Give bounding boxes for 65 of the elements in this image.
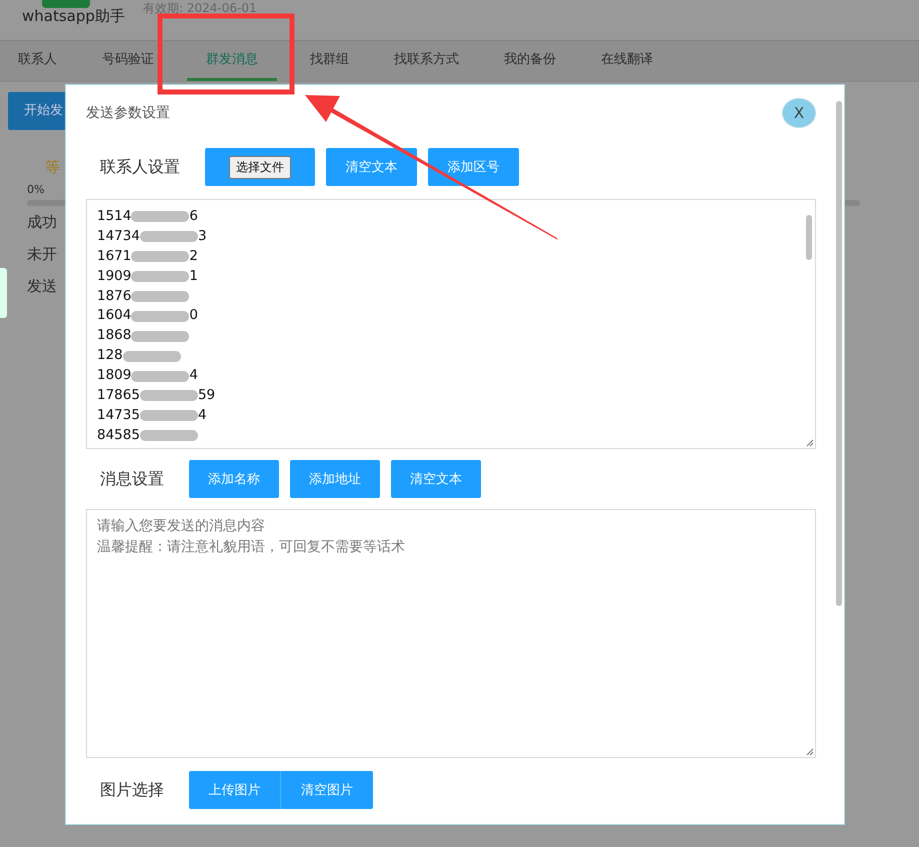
section-label: 消息设置 [100,468,164,490]
redaction-mark [131,211,190,222]
choose-file-button[interactable]: 选择文件 [229,156,291,178]
file-upload-button[interactable]: 选择文件 [205,148,315,186]
resize-grip-icon[interactable] [806,439,814,447]
side-tab[interactable] [0,268,7,318]
tab[interactable]: 找联系方式 [382,41,471,81]
action-button[interactable]: 添加地址 [290,460,380,498]
action-button[interactable]: 添加区号 [428,148,519,186]
phone-number: 1876 [97,286,132,306]
phone-number: 17865 [97,386,140,406]
phone-number: 1671 [97,246,132,266]
phone-number: 6 [189,207,198,226]
phone-number: 1604 [97,306,132,326]
logo-badge [42,0,90,8]
phone-number: 1809 [97,366,132,386]
tab[interactable]: 我的备份 [492,41,568,81]
redaction-mark [140,430,198,442]
phone-number: 1514 [97,207,132,226]
redaction-mark [131,330,190,342]
close-button[interactable]: X [782,98,816,128]
action-button[interactable]: 清空文本 [326,148,417,186]
tab[interactable]: 联系人 [6,41,69,81]
redaction-mark [131,310,190,322]
redaction-mark [131,291,190,302]
section-label: 联系人设置 [100,156,180,178]
phone-number: 4 [198,406,207,425]
phone-number: 14735 [97,406,140,425]
message-field[interactable]: 请输入您要发送的消息内容 温馨提醒：请注意礼貌用语，可回复不需要等话术 [86,509,816,758]
phone-number: 4 [189,366,198,386]
redaction-mark [131,370,190,382]
phone-number: 1868 [97,326,132,346]
phone-number: 84585 [97,426,140,445]
stat-label: 未开 [27,244,57,264]
phone-number: 1909 [97,266,132,286]
stat-label: 成功 [27,212,57,232]
action-button[interactable]: 上传图片 [189,771,280,809]
placeholder-text: 请输入您要发送的消息内容 [97,517,265,536]
action-button[interactable]: 添加名称 [189,460,279,498]
stat-label: 发送 [27,276,57,296]
phone-number: 2 [189,246,198,266]
redaction-mark [131,271,190,282]
redaction-mark [140,231,198,242]
redaction-mark [140,410,198,422]
tab[interactable]: 在线翻译 [589,41,665,81]
placeholder-text: 温馨提醒：请注意礼貌用语，可回复不需要等话术 [97,538,405,557]
action-button[interactable]: 清空图片 [280,771,373,809]
status-text: 等 [45,158,60,177]
phone-number: 3 [198,226,207,246]
redaction-mark [122,350,181,362]
phone-number: 128 [97,346,123,366]
phone-number: 59 [198,386,216,406]
app-name: whatsapp助手 [22,7,125,26]
phone-number: 1 [189,266,198,286]
phone-number: 0 [189,306,198,326]
section-label: 图片选择 [100,780,164,800]
phone-number: 14734 [97,226,140,246]
tab[interactable]: 号码验证 [90,41,166,81]
progress-reading: 0% [27,183,44,196]
redaction-mark [131,251,190,262]
redaction-mark [140,390,198,402]
action-button[interactable]: 清空文本 [391,460,481,498]
tab[interactable]: 找群组 [298,41,361,81]
resize-grip-icon[interactable] [806,748,814,756]
contacts-field[interactable]: 1514 6 14734 3 1671 2 1909 1 1876 1604 0 1868 128 1809 4 17865 59 14735 4 84585 [86,199,816,449]
